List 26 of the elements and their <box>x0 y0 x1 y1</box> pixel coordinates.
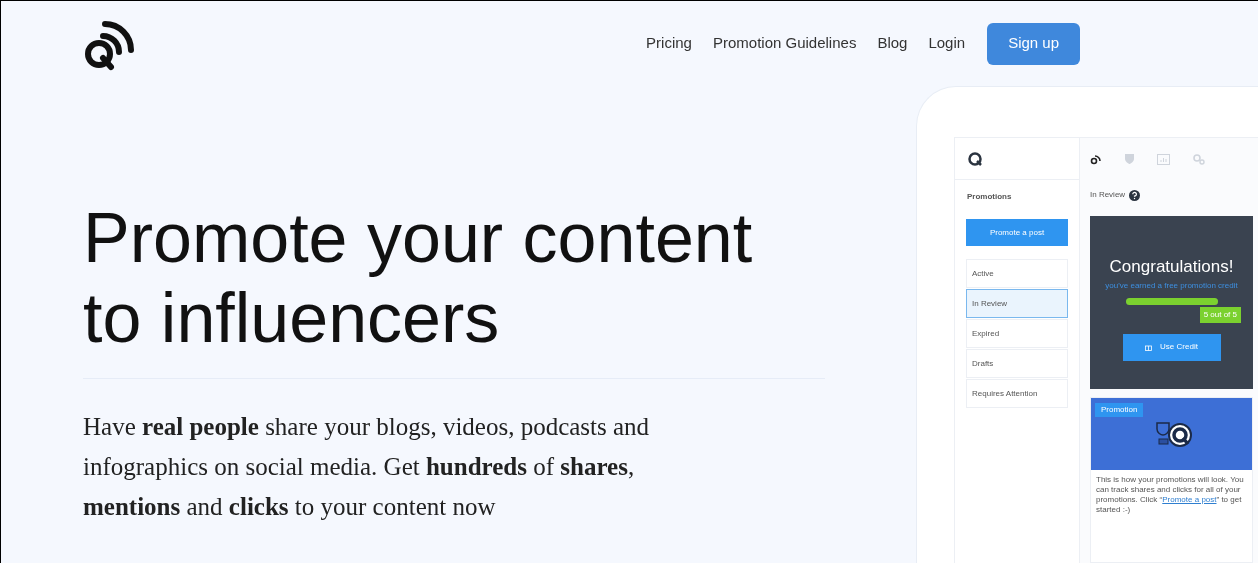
chart-icon <box>1157 153 1170 165</box>
shield-icon <box>1124 153 1135 165</box>
hero-title: Promote your content to influencers <box>83 198 754 358</box>
help-icon <box>1129 189 1141 201</box>
section-title: In Review <box>1090 189 1126 201</box>
nav-link[interactable]: Blog <box>877 32 908 55</box>
signup-button[interactable]: Sign up <box>987 22 1080 65</box>
nav-link[interactable]: Login <box>928 32 966 55</box>
filter-item[interactable]: Requires Attention <box>966 379 1068 408</box>
filter-item[interactable]: In Review <box>966 289 1068 318</box>
gears-icon <box>1192 153 1205 165</box>
congrats-subtitle: you've earned a free promotion credit <box>1105 279 1238 292</box>
promotion-tag: Promotion <box>1095 403 1144 417</box>
filter-item[interactable]: Expired <box>966 319 1068 348</box>
sidebar-title: Promotions <box>967 191 1013 203</box>
nav-link[interactable]: Promotion Guidelines <box>712 32 857 55</box>
signal-icon <box>1090 153 1102 165</box>
hero-description: Have real people share your blogs, videos, podcasts and infographics on social media. Get hundreds of shares, mentions and clicks to your content now <box>83 412 651 522</box>
filter-item[interactable]: Active <box>966 259 1068 288</box>
nav-link[interactable]: Pricing <box>646 32 692 55</box>
promo-description: This is how your promotions will look. You can track shares and clicks for all of your promotions. Click “Promote a post” to get started :-) <box>1095 474 1245 515</box>
progress-label: 5 out of 5 <box>1199 306 1241 323</box>
promote-post-link[interactable]: Promote a post <box>1162 495 1217 504</box>
congrats-title: Congratulations! <box>1109 256 1234 278</box>
filter-item[interactable]: Drafts <box>966 349 1068 378</box>
q-logo-icon <box>967 150 983 167</box>
